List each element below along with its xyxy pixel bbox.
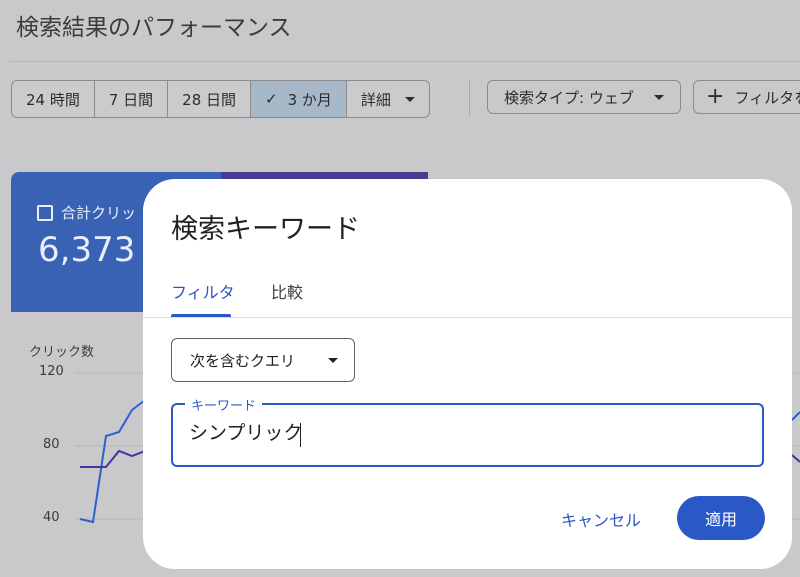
match-type-value: 次を含むクエリ — [190, 351, 296, 370]
cancel-button[interactable]: キャンセル — [561, 507, 641, 531]
text-cursor — [300, 423, 301, 447]
y-tick-label: 120 — [39, 364, 64, 379]
keyword-field[interactable]: キーワード — [171, 395, 764, 467]
keyword-input[interactable] — [189, 420, 729, 442]
tab-compare[interactable]: 比較 — [271, 279, 303, 303]
chevron-down-icon — [328, 357, 338, 363]
keyword-field-label: キーワード — [185, 395, 263, 414]
y-tick-label: 80 — [43, 437, 60, 452]
y-axis-title: クリック数 — [29, 345, 95, 360]
tab-divider — [143, 317, 792, 318]
impressions-series-line-right — [791, 454, 800, 463]
tab-filter[interactable]: フィルタ — [171, 279, 235, 303]
match-type-select[interactable]: 次を含むクエリ — [171, 338, 355, 382]
y-tick-label: 40 — [43, 510, 60, 525]
apply-button[interactable]: 適用 — [677, 496, 765, 540]
keyword-filter-dialog: 検索キーワード フィルタ 比較 次を含むクエリ キーワード キャンセル 適用 — [143, 179, 792, 569]
dialog-title: 検索キーワード — [171, 214, 360, 245]
clicks-series-line-right — [791, 411, 800, 421]
